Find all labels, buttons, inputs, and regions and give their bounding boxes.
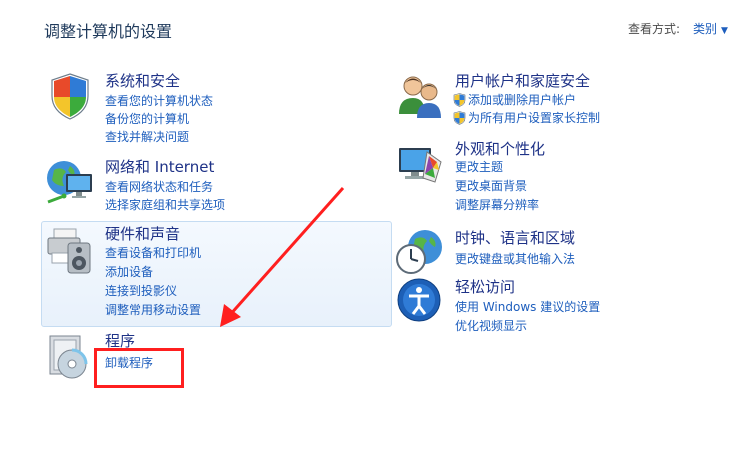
annotation-arrow — [220, 187, 345, 327]
